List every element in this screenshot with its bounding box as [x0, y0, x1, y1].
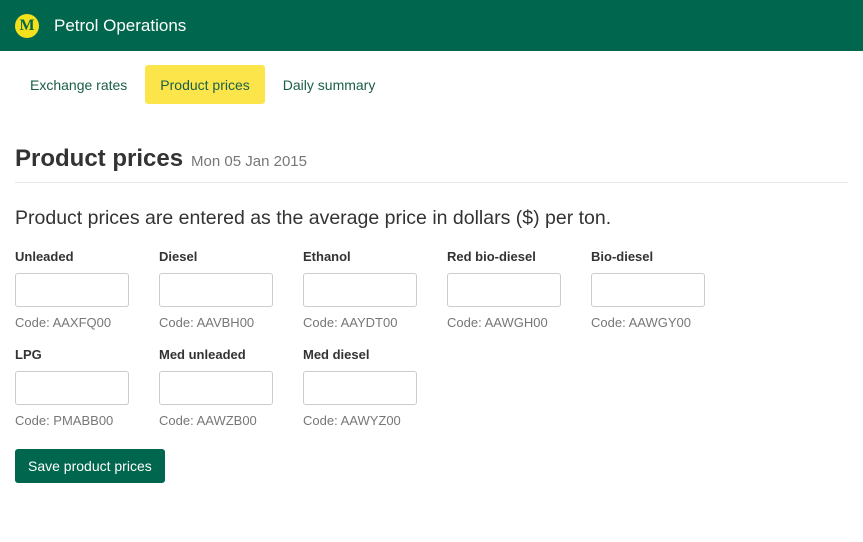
- page-date: Mon 05 Jan 2015: [191, 153, 307, 170]
- field-label: Med diesel: [303, 347, 370, 362]
- field-diesel: Diesel Code: AAVBH00: [159, 249, 303, 331]
- field-label: LPG: [15, 347, 42, 362]
- field-code: Code: AAYDT00: [303, 315, 398, 330]
- brand-logo-icon: M: [15, 13, 39, 38]
- unleaded-price-input[interactable]: [15, 273, 129, 307]
- field-code: Code: AAWGY00: [591, 315, 691, 330]
- field-unleaded: Unleaded Code: AAXFQ00: [15, 249, 159, 331]
- app-header: M Petrol Operations: [0, 0, 863, 51]
- tab-daily-summary[interactable]: Daily summary: [268, 65, 391, 104]
- page-heading: Product prices Mon 05 Jan 2015: [15, 145, 848, 183]
- logo-letter: M: [19, 16, 35, 34]
- field-bio-diesel: Bio-diesel Code: AAWGY00: [591, 249, 735, 331]
- med-diesel-price-input[interactable]: [303, 371, 417, 405]
- diesel-price-input[interactable]: [159, 273, 273, 307]
- tab-product-prices[interactable]: Product prices: [145, 65, 265, 104]
- field-red-bio-diesel: Red bio-diesel Code: AAWGH00: [447, 249, 591, 331]
- page-title: Product prices: [15, 145, 184, 172]
- field-label: Med unleaded: [159, 347, 246, 362]
- field-label: Diesel: [159, 249, 198, 264]
- field-code: Code: AAWGH00: [447, 315, 548, 330]
- field-ethanol: Ethanol Code: AAYDT00: [303, 249, 447, 331]
- lpg-price-input[interactable]: [15, 371, 129, 405]
- field-code: Code: AAVBH00: [159, 315, 255, 330]
- intro-text: Product prices are entered as the averag…: [15, 207, 612, 229]
- product-prices-form: Unleaded Code: AAXFQ00 Diesel Code: AAVB…: [15, 249, 848, 429]
- field-code: Code: AAWYZ00: [303, 413, 401, 428]
- save-product-prices-button[interactable]: Save product prices: [15, 449, 165, 483]
- main-content: Product prices Mon 05 Jan 2015 Product p…: [0, 145, 863, 483]
- field-med-diesel: Med diesel Code: AAWYZ00: [303, 347, 447, 429]
- field-code: Code: AAXFQ00: [15, 315, 112, 330]
- field-med-unleaded: Med unleaded Code: AAWZB00: [159, 347, 303, 429]
- field-label: Red bio-diesel: [447, 249, 536, 264]
- field-code: Code: PMABB00: [15, 413, 114, 428]
- field-code: Code: AAWZB00: [159, 413, 257, 428]
- nav-tabs: Exchange rates Product prices Daily summ…: [0, 65, 863, 104]
- red-bio-diesel-price-input[interactable]: [447, 273, 561, 307]
- field-label: Unleaded: [15, 249, 74, 264]
- bio-diesel-price-input[interactable]: [591, 273, 705, 307]
- med-unleaded-price-input[interactable]: [159, 371, 273, 405]
- tab-exchange-rates[interactable]: Exchange rates: [15, 65, 142, 104]
- field-lpg: LPG Code: PMABB00: [15, 347, 159, 429]
- app-title: Petrol Operations: [54, 15, 187, 35]
- field-label: Bio-diesel: [591, 249, 654, 264]
- ethanol-price-input[interactable]: [303, 273, 417, 307]
- field-label: Ethanol: [303, 249, 351, 264]
